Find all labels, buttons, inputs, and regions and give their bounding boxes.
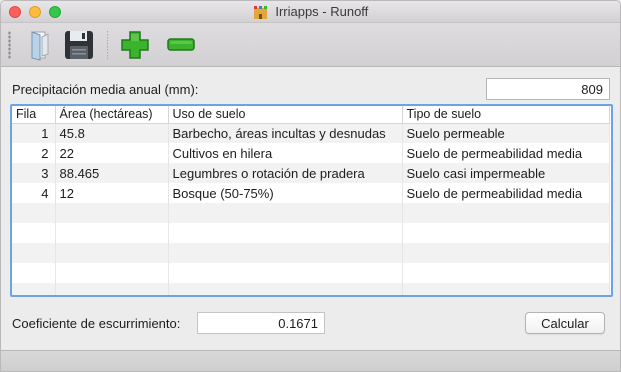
column-header-area[interactable]: Área (hectáreas) [55,106,169,124]
table-row[interactable]: 3 88.465 Legumbres o rotación de pradera… [12,163,610,183]
coefficient-label: Coeficiente de escurrimiento: [12,316,181,331]
coefficient-output[interactable] [197,312,325,334]
status-bar [1,350,620,371]
table-row[interactable]: 1 45.8 Barbecho, áreas incultas y desnud… [12,123,610,143]
open-file-button[interactable] [23,29,55,61]
cell-uso[interactable]: Barbecho, áreas incultas y desnudas [168,123,403,143]
cell-uso[interactable]: Cultivos en hilera [168,143,403,163]
empty-table-row [12,243,610,263]
window-title-wrap: Irriapps - Runoff [1,4,620,20]
precipitation-label: Precipitación media anual (mm): [12,82,199,97]
title-bar[interactable]: Irriapps - Runoff [1,1,620,23]
cell-fila: 2 [12,143,56,163]
table-header-row: Fila Área (hectáreas) Uso de suelo Tipo … [12,106,610,124]
cell-tipo[interactable]: Suelo de permeabilidad media [402,183,610,203]
add-row-button[interactable] [119,29,151,61]
column-header-tipo[interactable]: Tipo de suelo [402,106,610,124]
toolbar-separator [107,31,108,59]
remove-row-button[interactable] [165,29,197,61]
cell-fila: 1 [12,123,56,143]
precipitation-input[interactable] [486,78,610,100]
toolbar [1,23,620,67]
cell-uso[interactable]: Bosque (50-75%) [168,183,403,203]
calculate-button[interactable]: Calcular [525,312,605,334]
land-use-table[interactable]: Fila Área (hectáreas) Uso de suelo Tipo … [10,104,613,297]
main-content: Precipitación media anual (mm): Fila Áre… [1,68,620,352]
cell-tipo[interactable]: Suelo permeable [402,123,610,143]
castle-app-icon [253,6,267,19]
cell-tipo[interactable]: Suelo de permeabilidad media [402,143,610,163]
cell-fila: 3 [12,163,56,183]
empty-table-row [12,263,610,283]
cell-area[interactable]: 45.8 [55,123,169,143]
save-icon [65,31,93,59]
app-window: Irriapps - Runoff Precipitación media an… [0,0,621,372]
column-header-uso[interactable]: Uso de suelo [168,106,403,124]
window-title: Irriapps - Runoff [275,4,369,19]
cell-area[interactable]: 88.465 [55,163,169,183]
empty-table-row [12,203,610,223]
cell-fila: 4 [12,183,56,203]
empty-table-row [12,223,610,243]
cell-area[interactable]: 12 [55,183,169,203]
table-row[interactable]: 2 22 Cultivos en hilera Suelo de permeab… [12,143,610,163]
cell-area[interactable]: 22 [55,143,169,163]
cell-tipo[interactable]: Suelo casi impermeable [402,163,610,183]
table-row[interactable]: 4 12 Bosque (50-75%) Suelo de permeabili… [12,183,610,203]
save-button[interactable] [63,29,95,61]
column-header-fila[interactable]: Fila [12,106,56,124]
toolbar-grip[interactable] [8,31,11,59]
remove-row-icon [167,38,195,51]
add-row-icon [121,31,149,59]
empty-table-row [12,283,610,295]
cell-uso[interactable]: Legumbres o rotación de pradera [168,163,403,183]
open-file-icon [31,31,49,61]
